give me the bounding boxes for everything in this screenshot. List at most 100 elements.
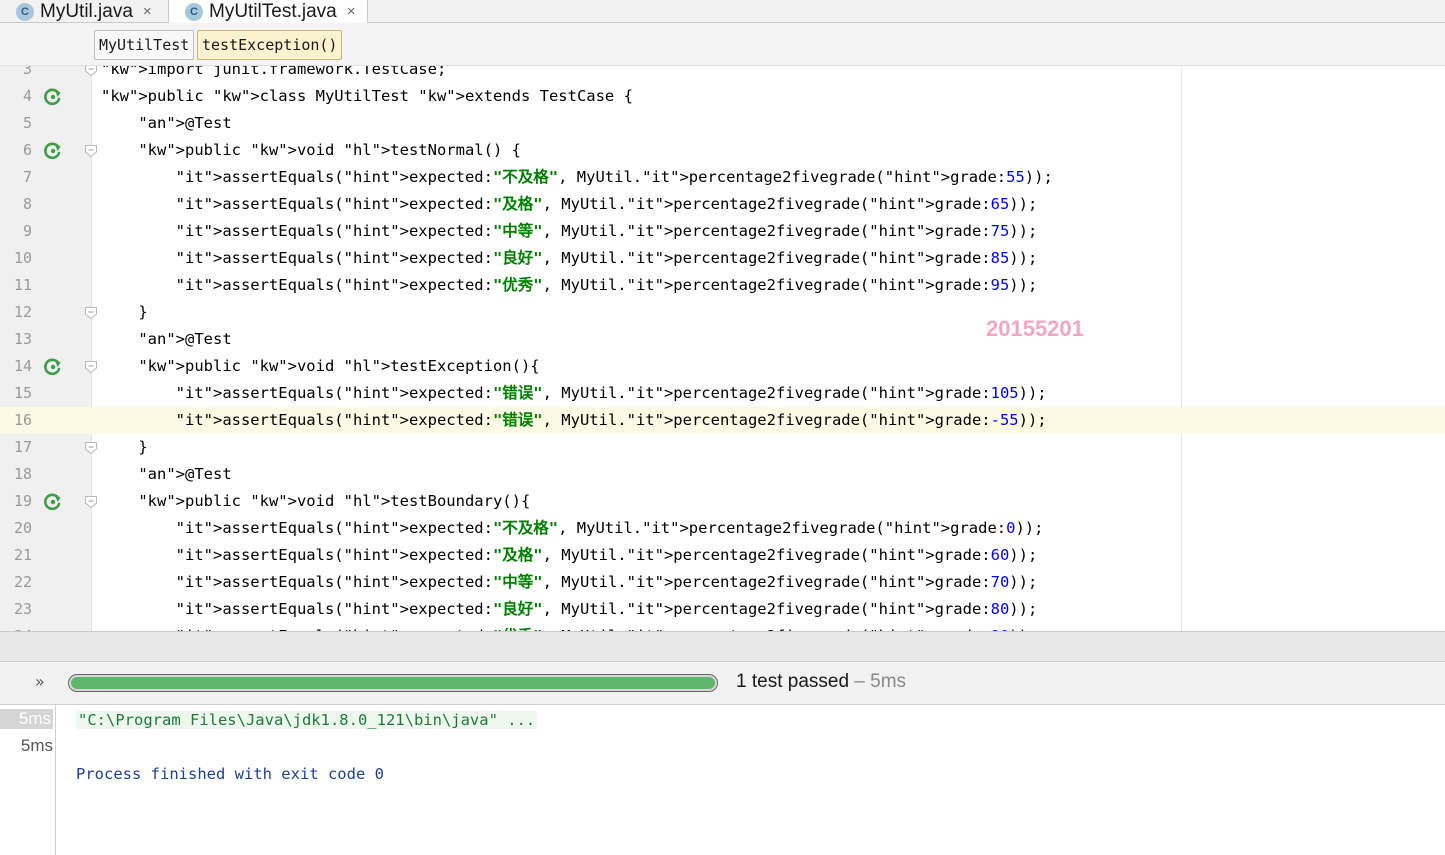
code-line[interactable]: 11 "it">assertEquals("hint">expected:"优秀… [0, 272, 1445, 299]
gutter-cell: 16 [0, 407, 92, 434]
line-number[interactable]: 24 [0, 623, 32, 631]
code-text[interactable]: "kw">public "kw">void "hl">testException… [101, 353, 539, 380]
code-line[interactable]: 17 } [0, 434, 1445, 461]
code-line[interactable]: 20 "it">assertEquals("hint">expected:"不及… [0, 515, 1445, 542]
code-text[interactable]: "an">@Test [101, 110, 231, 137]
run-test-icon[interactable] [43, 492, 63, 512]
code-text[interactable]: "an">@Test [101, 461, 231, 488]
tab-myutil-java[interactable]: C MyUtil.java × [0, 0, 168, 23]
code-text[interactable]: "it">assertEquals("hint">expected:"错误", … [101, 407, 1047, 434]
gutter-cell: 4 [0, 83, 92, 110]
line-number[interactable]: 19 [0, 488, 32, 515]
line-number[interactable]: 17 [0, 434, 32, 461]
line-number[interactable]: 21 [0, 542, 32, 569]
console-output[interactable]: "C:\Program Files\Java\jdk1.8.0_121\bin\… [56, 705, 1445, 855]
code-text[interactable]: "it">assertEquals("hint">expected:"良好", … [101, 596, 1038, 623]
expand-icon[interactable]: » [35, 672, 45, 691]
gutter-cell: 11 [0, 272, 92, 299]
line-number[interactable]: 15 [0, 380, 32, 407]
status-separator: – [849, 671, 871, 692]
code-line[interactable]: 18 "an">@Test [0, 461, 1445, 488]
code-text[interactable]: "it">assertEquals("hint">expected:"优秀", … [101, 272, 1038, 299]
code-line[interactable]: 19 "kw">public "kw">void "hl">testBounda… [0, 488, 1445, 515]
code-line[interactable]: 24 "it">assertEquals("hint">expected:"优秀… [0, 623, 1445, 631]
code-line[interactable]: 23 "it">assertEquals("hint">expected:"良好… [0, 596, 1445, 623]
code-line[interactable]: 21 "it">assertEquals("hint">expected:"及格… [0, 542, 1445, 569]
code-line[interactable]: 13 "an">@Test [0, 326, 1445, 353]
code-line[interactable]: 6 "kw">public "kw">void "hl">testNormal(… [0, 137, 1445, 164]
fold-icon[interactable] [84, 66, 98, 77]
code-line[interactable]: 10 "it">assertEquals("hint">expected:"良好… [0, 245, 1445, 272]
test-tree-time-root[interactable]: 5ms [0, 709, 53, 729]
code-line[interactable]: 12 } [0, 299, 1445, 326]
line-number[interactable]: 14 [0, 353, 32, 380]
code-text[interactable]: "it">assertEquals("hint">expected:"不及格",… [101, 515, 1044, 542]
test-tree-time-case[interactable]: 5ms [21, 736, 53, 756]
code-line[interactable]: 7 "it">assertEquals("hint">expected:"不及格… [0, 164, 1445, 191]
code-text[interactable]: "it">assertEquals("hint">expected:"优秀", … [101, 623, 1038, 631]
run-test-icon[interactable] [43, 141, 63, 161]
code-text[interactable]: } [101, 299, 147, 326]
line-number[interactable]: 7 [0, 164, 32, 191]
code-line[interactable]: 14 "kw">public "kw">void "hl">testExcept… [0, 353, 1445, 380]
line-number[interactable]: 16 [0, 407, 32, 434]
line-number[interactable]: 8 [0, 191, 32, 218]
code-text[interactable]: "it">assertEquals("hint">expected:"良好", … [101, 245, 1038, 272]
code-text[interactable]: "kw">public "kw">class MyUtilTest "kw">e… [101, 83, 633, 110]
code-line[interactable]: 5 "an">@Test [0, 110, 1445, 137]
fold-icon[interactable] [84, 305, 98, 320]
breadcrumb-method[interactable]: testException() [197, 30, 343, 60]
run-test-icon[interactable] [43, 357, 63, 377]
code-text[interactable]: "it">assertEquals("hint">expected:"错误", … [101, 380, 1047, 407]
line-number[interactable]: 23 [0, 596, 32, 623]
line-number[interactable]: 9 [0, 218, 32, 245]
code-line[interactable]: 4 "kw">public "kw">class MyUtilTest "kw">… [0, 83, 1445, 110]
gutter-cell: 19 [0, 488, 97, 515]
run-test-icon[interactable] [43, 87, 63, 107]
line-number[interactable]: 10 [0, 245, 32, 272]
line-number[interactable]: 20 [0, 515, 32, 542]
code-text[interactable]: "it">assertEquals("hint">expected:"中等", … [101, 218, 1038, 245]
gutter-cell: 10 [0, 245, 92, 272]
code-line[interactable]: 15 "it">assertEquals("hint">expected:"错误… [0, 380, 1445, 407]
line-number[interactable]: 6 [0, 137, 32, 164]
code-text[interactable]: "kw">import junit.framework.TestCase; [101, 66, 446, 83]
fold-icon[interactable] [84, 440, 98, 455]
code-text[interactable]: "kw">public "kw">void "hl">testNormal() … [101, 137, 521, 164]
code-text[interactable]: } [101, 434, 147, 461]
line-number[interactable]: 4 [0, 83, 32, 110]
fold-icon[interactable] [84, 494, 98, 509]
line-number[interactable]: 11 [0, 272, 32, 299]
console-command-line: "C:\Program Files\Java\jdk1.8.0_121\bin\… [76, 711, 538, 729]
class-icon: C [16, 2, 34, 21]
line-number[interactable]: 22 [0, 569, 32, 596]
code-text[interactable]: "an">@Test [101, 326, 231, 353]
code-text[interactable]: "it">assertEquals("hint">expected:"及格", … [101, 542, 1038, 569]
line-number[interactable]: 12 [0, 299, 32, 326]
code-text[interactable]: "it">assertEquals("hint">expected:"及格", … [101, 191, 1038, 218]
line-number[interactable]: 5 [0, 110, 32, 137]
code-line[interactable]: 8 "it">assertEquals("hint">expected:"及格"… [0, 191, 1445, 218]
code-editor[interactable]: 3 "kw">import junit.framework.TestCase; 4 "… [0, 66, 1445, 631]
close-icon[interactable]: × [347, 3, 356, 20]
tab-myutiltest-java[interactable]: C MyUtilTest.java × [168, 0, 368, 23]
code-line[interactable]: 22 "it">assertEquals("hint">expected:"中等… [0, 569, 1445, 596]
watermark-text: 20155201 [986, 316, 1084, 341]
code-line[interactable]: 16 "it">assertEquals("hint">expected:"错误… [0, 407, 1445, 434]
fold-icon[interactable] [84, 143, 98, 158]
gutter-cell: 14 [0, 353, 97, 380]
line-number[interactable]: 3 [0, 66, 32, 83]
gutter-cell: 13 [0, 326, 92, 353]
code-text[interactable]: "it">assertEquals("hint">expected:"不及格",… [101, 164, 1053, 191]
code-line[interactable]: 9 "it">assertEquals("hint">expected:"中等"… [0, 218, 1445, 245]
line-number[interactable]: 18 [0, 461, 32, 488]
tab-label: MyUtil.java [40, 0, 133, 22]
close-icon[interactable]: × [143, 3, 152, 20]
fold-icon[interactable] [84, 359, 98, 374]
code-text[interactable]: "kw">public "kw">void "hl">testBoundary(… [101, 488, 530, 515]
code-text[interactable]: "it">assertEquals("hint">expected:"中等", … [101, 569, 1038, 596]
code-line[interactable]: 3 "kw">import junit.framework.TestCase; [0, 66, 1445, 83]
line-number[interactable]: 13 [0, 326, 32, 353]
gutter-cell: 7 [0, 164, 92, 191]
breadcrumb-class[interactable]: MyUtilTest [94, 30, 195, 60]
